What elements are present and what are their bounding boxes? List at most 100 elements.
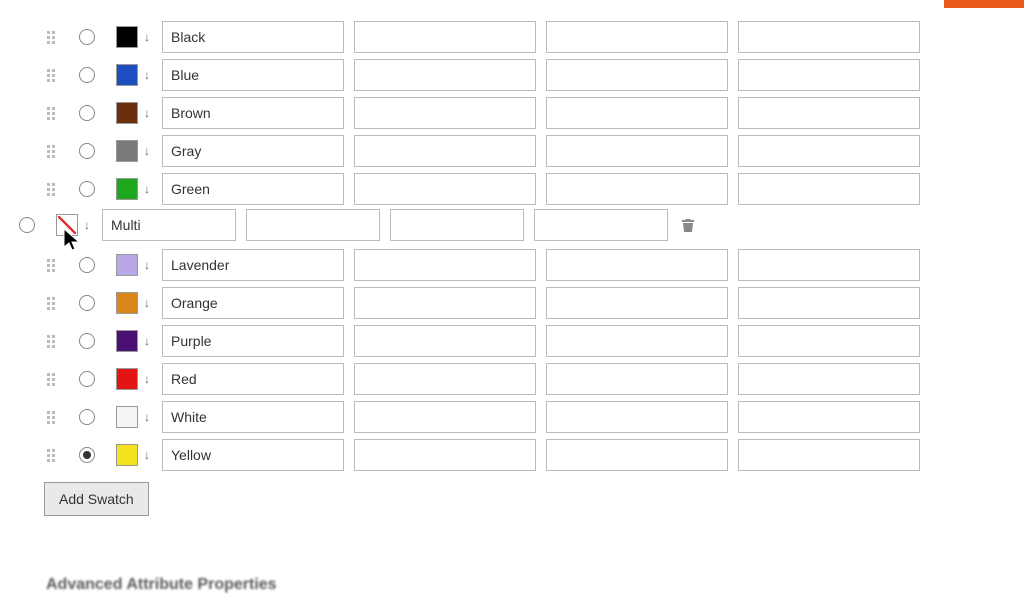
swatch-store-label-input[interactable]	[738, 21, 920, 53]
is-default-radio[interactable]	[79, 143, 95, 159]
swatch-store-label-input[interactable]	[546, 401, 728, 433]
swatch-store-label-input[interactable]	[738, 249, 920, 281]
chevron-down-icon[interactable]: ↓	[142, 102, 152, 124]
chevron-down-icon[interactable]: ↓	[142, 26, 152, 48]
swatch-admin-label-input[interactable]	[162, 135, 344, 167]
add-swatch-button[interactable]: Add Swatch	[44, 482, 149, 516]
swatch-color-chip[interactable]	[116, 368, 138, 390]
chevron-down-icon[interactable]: ↓	[142, 64, 152, 86]
swatch-admin-label-input[interactable]	[162, 249, 344, 281]
swatch-store-label-input[interactable]	[738, 439, 920, 471]
swatch-store-label-input[interactable]	[738, 135, 920, 167]
swatch-color-chip[interactable]	[116, 140, 138, 162]
swatch-store-label-input[interactable]	[354, 135, 536, 167]
drag-handle-icon[interactable]	[44, 444, 58, 466]
swatch-store-label-input[interactable]	[546, 249, 728, 281]
swatch-admin-label-input[interactable]	[162, 173, 344, 205]
swatch-store-label-input[interactable]	[354, 249, 536, 281]
chevron-down-icon[interactable]: ↓	[142, 368, 152, 390]
swatch-store-label-input[interactable]	[354, 21, 536, 53]
swatch-store-label-input[interactable]	[738, 363, 920, 395]
drag-handle-icon[interactable]	[44, 178, 58, 200]
swatch-color-chip[interactable]	[56, 214, 78, 236]
is-default-radio[interactable]	[79, 295, 95, 311]
is-default-radio[interactable]	[79, 67, 95, 83]
swatch-color-chip[interactable]	[116, 330, 138, 352]
swatch-row: ↓	[44, 246, 1024, 284]
swatch-color-chip[interactable]	[116, 102, 138, 124]
drag-handle-icon[interactable]	[44, 102, 58, 124]
is-default-radio[interactable]	[19, 217, 35, 233]
swatch-store-label-input[interactable]	[354, 59, 536, 91]
swatch-color-chip[interactable]	[116, 26, 138, 48]
swatch-store-label-input[interactable]	[534, 209, 668, 241]
drag-handle-icon[interactable]	[44, 140, 58, 162]
swatch-store-label-input[interactable]	[246, 209, 380, 241]
swatch-color-chip[interactable]	[116, 292, 138, 314]
swatch-store-label-input[interactable]	[354, 173, 536, 205]
swatch-admin-label-input[interactable]	[162, 363, 344, 395]
swatch-store-label-input[interactable]	[546, 173, 728, 205]
delete-swatch-icon[interactable]	[678, 215, 698, 235]
swatch-color-chip[interactable]	[116, 406, 138, 428]
is-default-radio[interactable]	[79, 181, 95, 197]
swatch-store-label-input[interactable]	[738, 287, 920, 319]
drag-handle-icon[interactable]	[44, 368, 58, 390]
swatch-store-label-input[interactable]	[738, 97, 920, 129]
swatch-store-label-input[interactable]	[546, 97, 728, 129]
swatch-admin-label-input[interactable]	[162, 325, 344, 357]
swatch-store-label-input[interactable]	[546, 21, 728, 53]
swatch-admin-label-input[interactable]	[162, 439, 344, 471]
swatch-store-label-input[interactable]	[546, 135, 728, 167]
chevron-down-icon[interactable]: ↓	[142, 178, 152, 200]
chevron-down-icon[interactable]: ↓	[142, 292, 152, 314]
swatch-store-label-input[interactable]	[390, 209, 524, 241]
swatch-color-chip[interactable]	[116, 254, 138, 276]
drag-handle-icon[interactable]	[44, 254, 58, 276]
swatch-row: ↓	[0, 206, 964, 244]
swatch-color-chip[interactable]	[116, 64, 138, 86]
chevron-down-icon[interactable]: ↓	[142, 254, 152, 276]
swatch-store-label-input[interactable]	[546, 325, 728, 357]
swatch-store-label-input[interactable]	[738, 59, 920, 91]
swatch-store-label-input[interactable]	[546, 287, 728, 319]
swatch-store-label-input[interactable]	[354, 97, 536, 129]
swatch-store-label-input[interactable]	[546, 439, 728, 471]
chevron-down-icon[interactable]: ↓	[82, 214, 92, 236]
swatch-store-label-input[interactable]	[738, 401, 920, 433]
is-default-radio[interactable]	[79, 333, 95, 349]
swatch-color-chip[interactable]	[116, 178, 138, 200]
drag-handle-icon[interactable]	[44, 406, 58, 428]
swatch-store-label-input[interactable]	[354, 439, 536, 471]
swatch-admin-label-input[interactable]	[162, 401, 344, 433]
chevron-down-icon[interactable]: ↓	[142, 140, 152, 162]
drag-handle-icon[interactable]	[44, 292, 58, 314]
chevron-down-icon[interactable]: ↓	[142, 444, 152, 466]
swatch-store-label-input[interactable]	[354, 401, 536, 433]
swatch-store-label-input[interactable]	[546, 363, 728, 395]
is-default-radio[interactable]	[79, 29, 95, 45]
swatch-store-label-input[interactable]	[738, 173, 920, 205]
swatch-store-label-input[interactable]	[354, 363, 536, 395]
chevron-down-icon[interactable]: ↓	[142, 330, 152, 352]
is-default-radio[interactable]	[79, 371, 95, 387]
swatch-admin-label-input[interactable]	[162, 59, 344, 91]
chevron-down-icon[interactable]: ↓	[142, 406, 152, 428]
swatch-admin-label-input[interactable]	[162, 97, 344, 129]
is-default-radio[interactable]	[79, 447, 95, 463]
is-default-radio[interactable]	[79, 257, 95, 273]
is-default-radio[interactable]	[79, 105, 95, 121]
swatch-admin-label-input[interactable]	[162, 21, 344, 53]
swatch-store-label-input[interactable]	[546, 59, 728, 91]
swatch-admin-label-input[interactable]	[102, 209, 236, 241]
swatch-store-label-input[interactable]	[738, 325, 920, 357]
drag-handle-icon[interactable]	[44, 26, 58, 48]
swatch-admin-label-input[interactable]	[162, 287, 344, 319]
swatch-row: ↓	[44, 56, 1024, 94]
swatch-color-chip[interactable]	[116, 444, 138, 466]
drag-handle-icon[interactable]	[44, 64, 58, 86]
drag-handle-icon[interactable]	[44, 330, 58, 352]
swatch-store-label-input[interactable]	[354, 325, 536, 357]
is-default-radio[interactable]	[79, 409, 95, 425]
swatch-store-label-input[interactable]	[354, 287, 536, 319]
